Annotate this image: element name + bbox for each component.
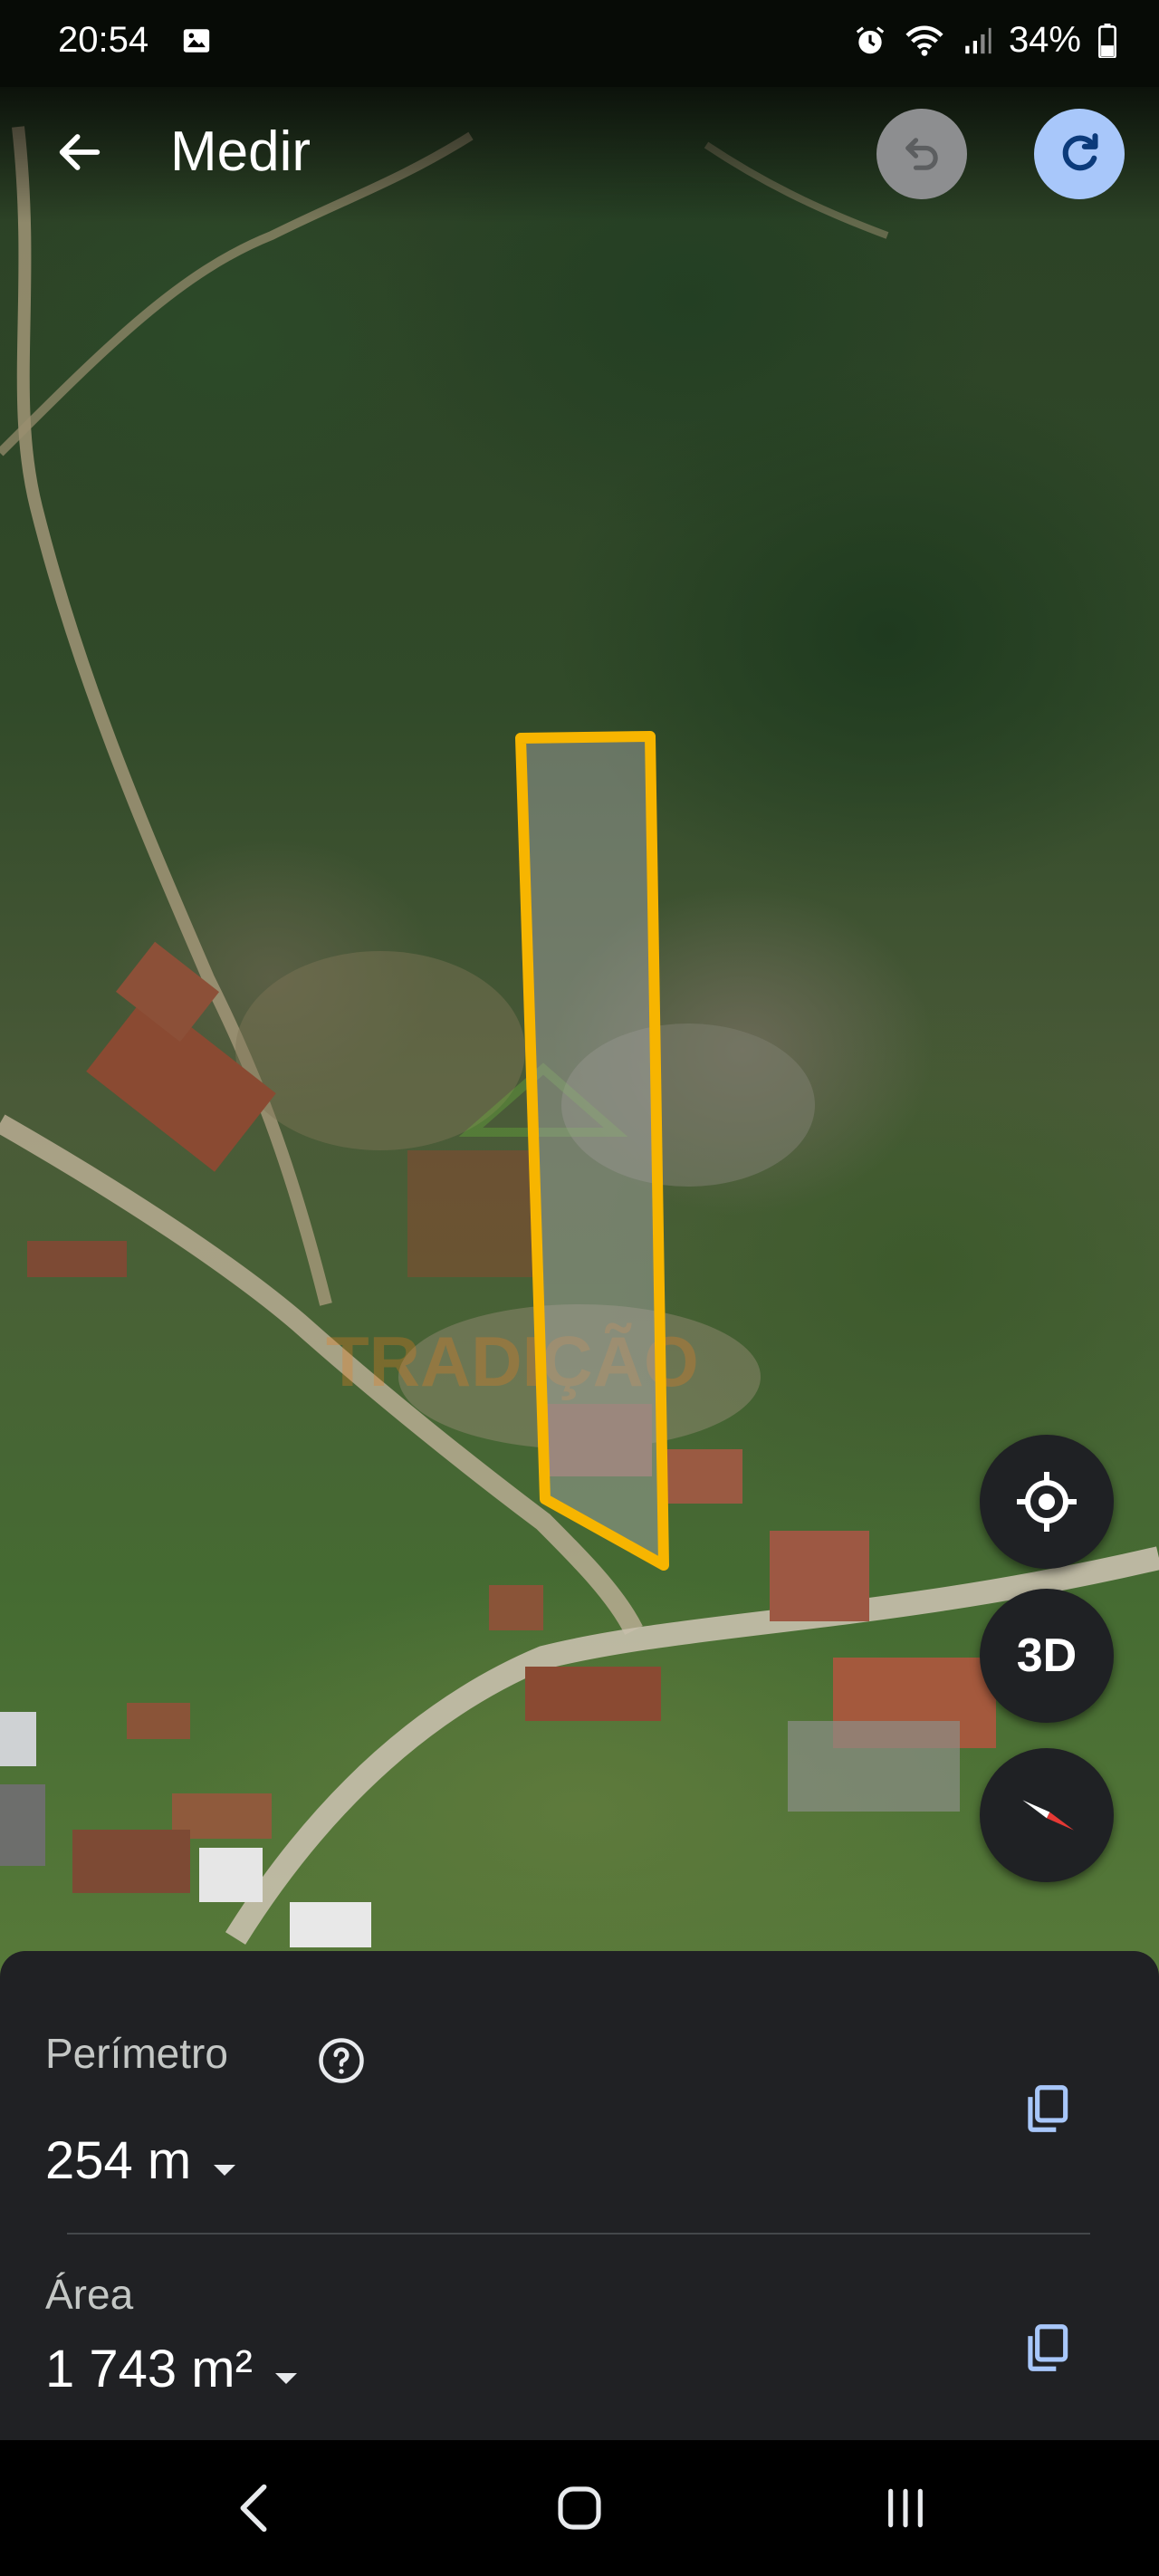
area-value: 1 743 m² (45, 2340, 253, 2398)
home-icon (558, 2486, 601, 2530)
back-icon (240, 2484, 267, 2533)
my-location-button[interactable] (980, 1435, 1114, 1569)
back-arrow-icon (59, 134, 101, 170)
area-value-dropdown[interactable]: 1 743 m² (45, 2339, 300, 2399)
nav-recents-button[interactable] (869, 2472, 942, 2544)
copy-area-button[interactable] (1012, 2313, 1081, 2382)
view-3d-button[interactable]: 3D (980, 1589, 1114, 1723)
status-right: 34% (853, 20, 1117, 61)
area-label: Área (45, 2271, 134, 2318)
perimeter-label: Perímetro (45, 2030, 228, 2077)
system-nav-bar (0, 2440, 1159, 2576)
recents-icon (888, 2488, 923, 2528)
help-icon[interactable] (317, 2036, 366, 2090)
signal-icon (962, 25, 992, 56)
screen: TRADIÇÃO 20:54 34% Medir 3D Perímetro 25… (0, 0, 1159, 2576)
compass-button[interactable] (980, 1748, 1114, 1882)
measurement-sheet: Perímetro 254 m Área 1 743 m² (0, 1951, 1159, 2440)
nav-back-button[interactable] (217, 2472, 290, 2544)
dropdown-caret-icon (211, 2130, 238, 2191)
map-imagery: TRADIÇÃO (0, 126, 1159, 1947)
perimeter-value-dropdown[interactable]: 254 m (45, 2130, 238, 2191)
status-bar: 20:54 34% (0, 0, 1159, 87)
status-time: 20:54 (58, 20, 149, 60)
wifi-icon (904, 24, 945, 58)
nav-home-button[interactable] (543, 2472, 616, 2544)
my-location-icon (1017, 1472, 1077, 1532)
perimeter-value: 254 m (45, 2131, 192, 2190)
page-title: Medir (170, 120, 311, 183)
battery-percent: 34% (1008, 20, 1081, 60)
undo-icon (905, 138, 938, 170)
redo-icon (1062, 133, 1098, 171)
compass-icon (1020, 1800, 1074, 1831)
app-bar: Medir (0, 87, 1159, 223)
dropdown-caret-icon (273, 2339, 300, 2399)
copy-perimeter-button[interactable] (1012, 2074, 1081, 2143)
redo-button[interactable] (1034, 109, 1125, 199)
alarm-icon (853, 24, 887, 58)
back-button[interactable] (43, 116, 116, 188)
battery-icon (1097, 23, 1117, 58)
undo-button[interactable] (876, 109, 967, 199)
gallery-icon (181, 25, 212, 56)
copy-icon (1028, 2324, 1068, 2371)
copy-icon (1028, 2085, 1068, 2132)
satellite-map[interactable]: TRADIÇÃO (0, 0, 1159, 1993)
divider (67, 2233, 1090, 2235)
